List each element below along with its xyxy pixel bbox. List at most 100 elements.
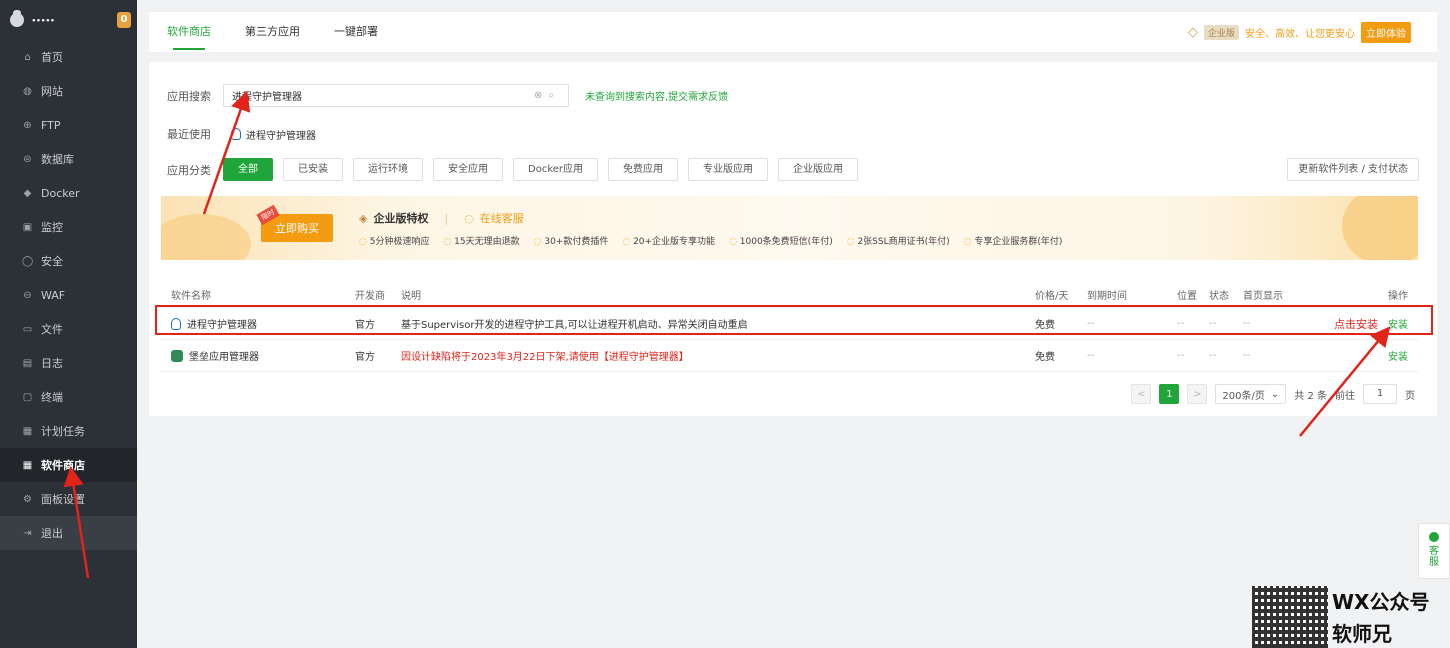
feature-item: 5分钟极速响应 (359, 234, 430, 247)
top-tabs-bar: 软件商店 第三方应用 一键部署 ◇ 企业版 安全、高效、让您更安心 立即体验 (149, 12, 1437, 52)
sidebar-item-home[interactable]: ⌂ 首页 (0, 40, 137, 74)
search-value: 进程守护管理器 (232, 92, 302, 103)
category-all[interactable]: 全部 (223, 158, 273, 181)
log-icon: ▤ (22, 357, 33, 369)
feature-item: 30+款付费插件 (534, 234, 608, 247)
total-count: 共 2 条 (1294, 390, 1327, 402)
customer-service-float[interactable]: 客 服 (1418, 523, 1450, 579)
table-header: 软件名称 开发商 说明 价格/天 到期时间 位置 状态 首页显示 操作 (161, 282, 1418, 308)
next-page-button[interactable]: > (1187, 384, 1208, 404)
logo-icon (10, 10, 24, 27)
category-label: 应用分类 (167, 163, 211, 177)
try-now-button[interactable]: 立即体验 (1361, 21, 1411, 43)
page-size-select[interactable]: 200条/页 ⌄ (1215, 384, 1287, 404)
tab-third-party[interactable]: 第三方应用 (245, 12, 300, 52)
feature-list: 5分钟极速响应 15天无理由退款 30+款付费插件 20+企业版专享功能 100… (359, 234, 1063, 247)
search-icon[interactable]: ⊗⌕ (534, 90, 560, 101)
sidebar-item-ftp[interactable]: ⊕ FTP (0, 108, 137, 142)
gear-icon: ⚙ (23, 493, 32, 505)
page-number[interactable]: 1 (1159, 384, 1180, 404)
headset-icon (1429, 532, 1439, 542)
username: 🞄🞄🞄🞄🞄 (32, 13, 56, 26)
buy-now-button[interactable]: 限时 立即购买 (256, 204, 333, 242)
app-store-panel: 应用搜索 进程守护管理器 ⊗⌕ 未查询到搜索内容,提交需求反馈 最近使用 进程守… (149, 62, 1437, 416)
terminal-icon: ▢ (22, 391, 33, 403)
monitor-icon: ▣ (22, 221, 33, 233)
search-row: 应用搜索 进程守护管理器 ⊗⌕ 未查询到搜索内容,提交需求反馈 (167, 84, 728, 107)
enterprise-promo: ◇ 企业版 安全、高效、让您更安心 立即体验 (1187, 21, 1411, 43)
feature-item: 15天无理由退款 (443, 234, 519, 247)
sidebar-item-cron[interactable]: ▦ 计划任务 (0, 414, 137, 448)
logout-icon: ⇥ (23, 527, 32, 539)
diamond-icon: ◇ (1187, 24, 1198, 40)
app-manager-icon (171, 349, 183, 362)
sidebar-item-files[interactable]: ▭ 文件 (0, 312, 137, 346)
chevron-down-icon: ⌄ (1270, 388, 1280, 400)
feature-item: 2张SSL商用证书(年付) (847, 234, 949, 247)
qr-code-image (1252, 586, 1328, 648)
search-input[interactable]: 进程守护管理器 ⊗⌕ (223, 84, 569, 107)
recent-row: 最近使用 进程守护管理器 (167, 126, 316, 142)
prev-page-button[interactable]: < (1131, 384, 1152, 404)
sidebar-header: 🞄🞄🞄🞄🞄 0 (0, 0, 137, 40)
database-icon: ⊜ (23, 153, 32, 165)
linux-penguin-icon (231, 128, 241, 140)
category-docker[interactable]: Docker应用 (513, 158, 599, 181)
watermark-line2: 软师兄 (1332, 622, 1392, 646)
docker-icon: ◆ (23, 187, 32, 199)
pagination: < 1 > 200条/页 ⌄ 共 2 条 前往 1 页 (1131, 384, 1415, 404)
online-service-link[interactable]: 在线客服 (480, 210, 524, 226)
enterprise-slogan: 安全、高效、让您更安心 (1245, 28, 1355, 40)
sidebar-item-terminal[interactable]: ▢ 终端 (0, 380, 137, 414)
sidebar-item-settings[interactable]: ⚙ 面板设置 (0, 482, 137, 516)
feedback-link[interactable]: 未查询到搜索内容,提交需求反馈 (585, 88, 728, 103)
tab-one-click-deploy[interactable]: 一键部署 (334, 12, 378, 52)
table-row: 进程守护管理器 官方 基于Supervisor开发的进程守护工具,可以让进程开机… (161, 308, 1418, 340)
search-label: 应用搜索 (167, 89, 211, 103)
refresh-list-button[interactable]: 更新软件列表 / 支付状态 (1287, 158, 1419, 181)
sidebar-item-app-store[interactable]: ▦ 软件商店 (0, 448, 137, 482)
ftp-icon: ⊕ (23, 119, 32, 131)
sidebar-item-website[interactable]: ◍ 网站 (0, 74, 137, 108)
sidebar-item-logout[interactable]: ⇥ 退出 (0, 516, 137, 550)
install-button[interactable]: 安装 (1388, 308, 1408, 339)
page-unit: 页 (1405, 390, 1415, 402)
table-row: 堡垒应用管理器 官方 因设计缺陷将于2023年3月22日下架,请使用【进程守护管… (161, 340, 1418, 372)
globe-icon: ◍ (23, 85, 32, 97)
sidebar-item-docker[interactable]: ◆ Docker (0, 176, 137, 210)
category-pro[interactable]: 专业版应用 (688, 158, 769, 181)
sidebar-item-security[interactable]: ◯ 安全 (0, 244, 137, 278)
grid-icon: ▦ (22, 459, 33, 471)
calendar-icon: ▦ (22, 425, 33, 437)
feature-item: 专享企业服务群(年付) (964, 234, 1062, 247)
category-installed[interactable]: 已安装 (283, 158, 343, 181)
banner-header: ◈ 企业版特权 | ◌ 在线客服 (359, 210, 524, 226)
notification-badge[interactable]: 0 (117, 12, 131, 28)
sidebar-item-waf[interactable]: ⊖ WAF (0, 278, 137, 312)
sidebar-item-logs[interactable]: ▤ 日志 (0, 346, 137, 380)
crown-icon: ◈ (359, 211, 368, 225)
home-icon: ⌂ (24, 51, 31, 63)
category-row: 应用分类 全部 已安装 运行环境 安全应用 Docker应用 免费应用 专业版应… (167, 158, 1419, 181)
sidebar-item-database[interactable]: ⊜ 数据库 (0, 142, 137, 176)
category-runtime[interactable]: 运行环境 (353, 158, 423, 181)
feature-item: 1000条免费短信(年付) (729, 234, 833, 247)
watermark-line1: WX公众号 (1332, 590, 1430, 614)
enterprise-banner: 限时 立即购买 ◈ 企业版特权 | ◌ 在线客服 5分钟极速响应 15天无理由退… (161, 196, 1418, 260)
recent-item[interactable]: 进程守护管理器 (231, 127, 316, 142)
sidebar-item-monitor[interactable]: ▣ 监控 (0, 210, 137, 244)
tab-app-store[interactable]: 软件商店 (167, 12, 211, 52)
click-install-annotation: 点击安装 (1334, 317, 1378, 331)
goto-label: 前往 (1335, 390, 1355, 402)
watermark: WX公众号 软师兄 (1252, 586, 1448, 648)
waf-icon: ⊖ (23, 289, 32, 301)
category-free[interactable]: 免费应用 (608, 158, 679, 181)
category-enterprise[interactable]: 企业版应用 (778, 158, 859, 181)
install-button[interactable]: 安装 (1388, 340, 1408, 371)
recent-label: 最近使用 (167, 128, 211, 141)
goto-page-input[interactable]: 1 (1363, 384, 1397, 404)
category-security[interactable]: 安全应用 (433, 158, 503, 181)
enterprise-tag: 企业版 (1203, 24, 1239, 40)
linux-penguin-icon (171, 317, 181, 330)
chat-icon: ◌ (464, 211, 474, 225)
